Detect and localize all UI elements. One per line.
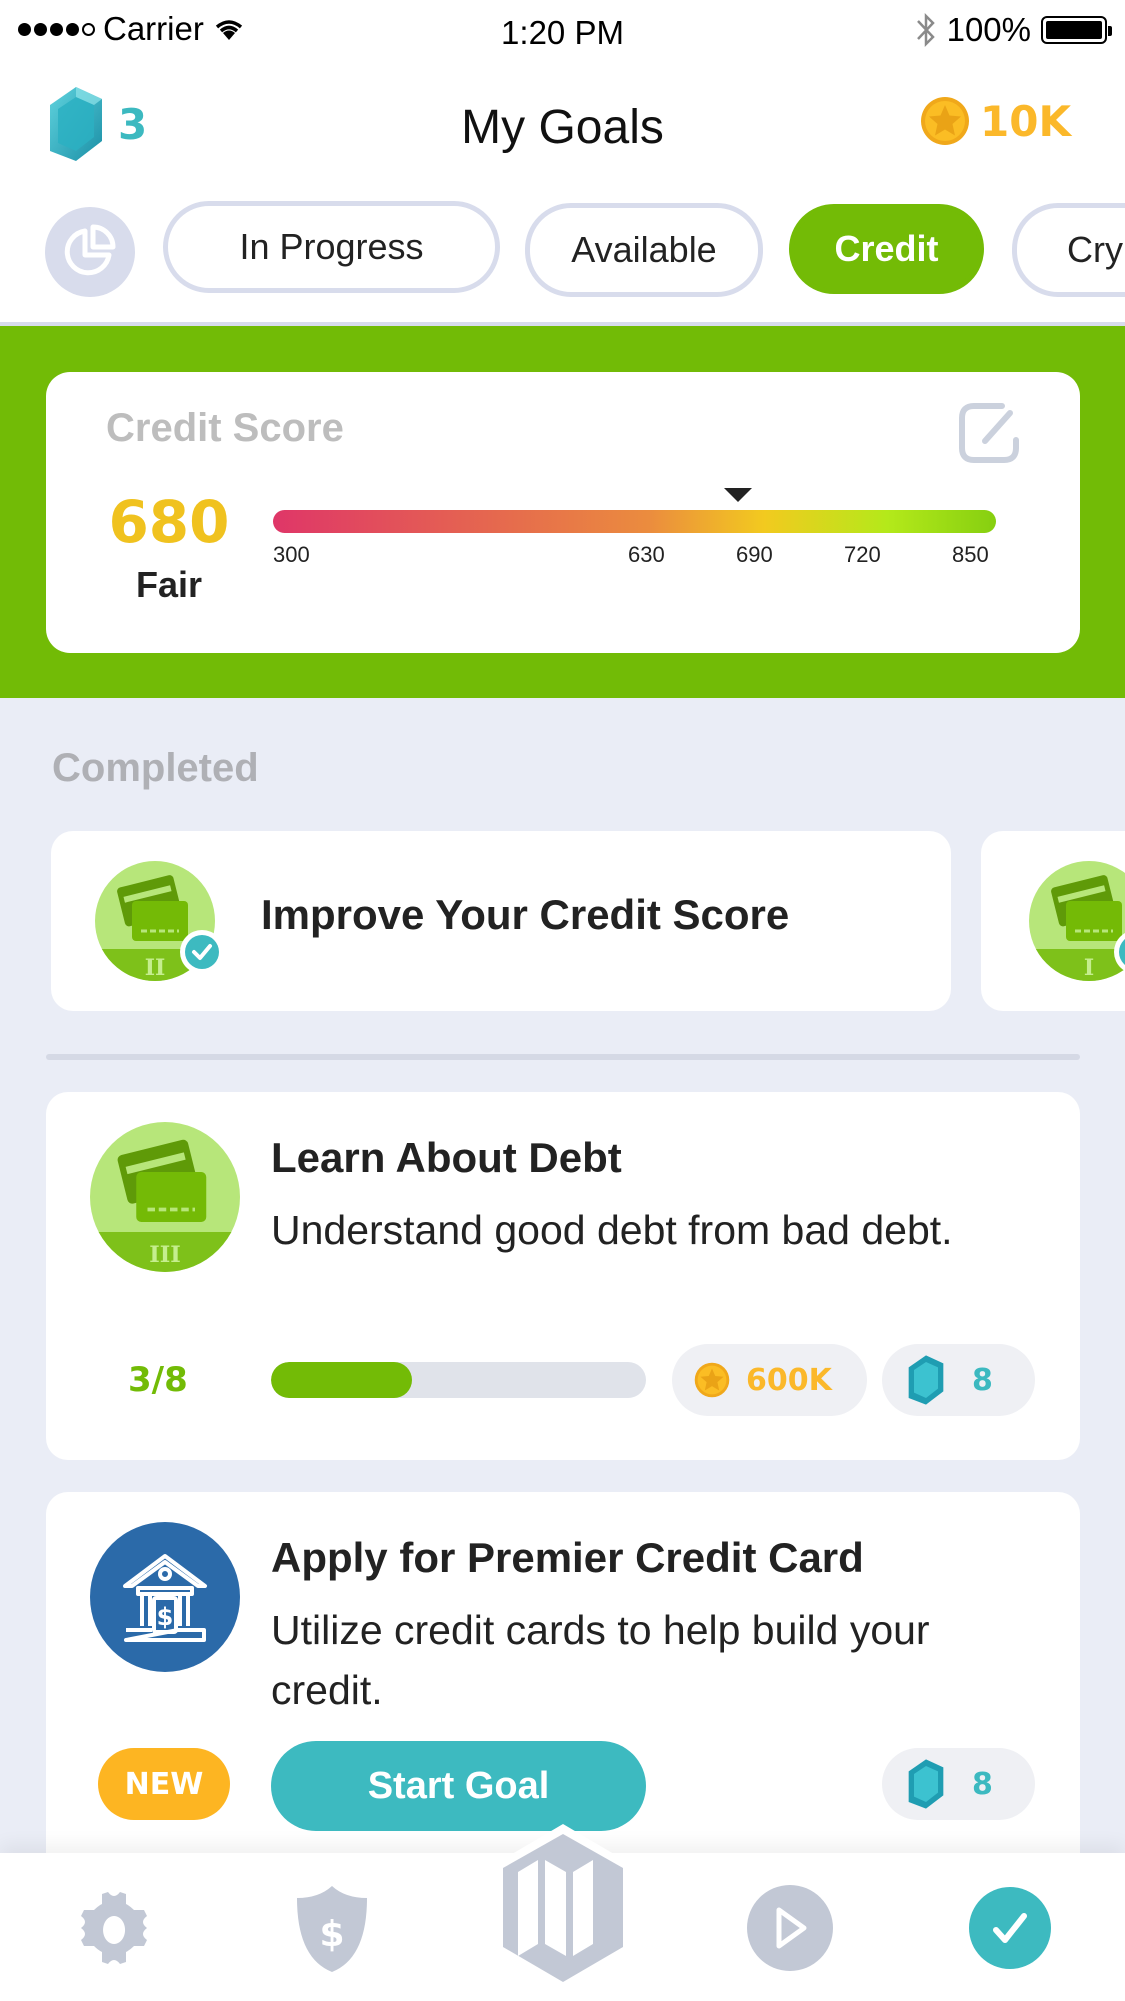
goal-progress-fill xyxy=(271,1362,412,1398)
credit-score-title: Credit Score xyxy=(106,406,344,450)
coin-icon xyxy=(921,97,969,145)
goal-description: Utilize credit cards to help build your … xyxy=(271,1607,930,1713)
level-label: II xyxy=(145,955,166,981)
filter-label: Available xyxy=(571,229,717,270)
filter-label: Crypto xyxy=(1067,229,1125,270)
status-bar: Carrier 1:20 PM 100% xyxy=(0,0,1125,60)
completed-check-icon xyxy=(1114,932,1125,972)
edit-icon[interactable] xyxy=(958,402,1020,464)
gem-icon xyxy=(908,1759,944,1809)
svg-text:$: $ xyxy=(157,1603,174,1631)
tab-settings[interactable] xyxy=(69,1883,159,1973)
gem-reward-value: 8 xyxy=(972,1362,993,1398)
goal-card-premier-credit-card[interactable]: $ Apply for Premier Credit Card Utilize … xyxy=(46,1492,1080,1853)
goal-filters: In Progress Available Credit Crypto xyxy=(0,195,1125,305)
score-gradient-bar xyxy=(273,510,996,533)
tab-protection[interactable]: $ xyxy=(287,1883,377,1973)
play-icon xyxy=(747,1885,833,1971)
credit-card-badge-icon: III xyxy=(90,1122,240,1272)
goals-list: Completed II Improve Your Credit Score I… xyxy=(0,698,1125,1853)
filter-credit[interactable]: Credit xyxy=(789,204,984,294)
goal-progress-bar xyxy=(271,1362,646,1398)
coin-balance[interactable]: 10K xyxy=(920,96,1071,146)
tick-label: 850 xyxy=(952,542,989,567)
check-icon xyxy=(969,1887,1051,1969)
coin-count: 10K xyxy=(980,96,1071,146)
svg-text:$: $ xyxy=(319,1914,344,1955)
tick-label: 690 xyxy=(736,542,773,567)
start-goal-button[interactable]: Start Goal xyxy=(271,1741,646,1831)
filter-crypto[interactable]: Crypto xyxy=(1012,203,1125,297)
completed-goal-card[interactable]: I xyxy=(981,831,1125,1011)
credit-score-value: 680 xyxy=(108,488,230,556)
completed-section-label: Completed xyxy=(52,746,259,790)
level-label: III xyxy=(149,1242,181,1268)
credit-score-gauge: 300 630 690 720 850 xyxy=(273,472,996,572)
credit-score-rating: Fair xyxy=(135,564,203,605)
gem-reward: 8 xyxy=(882,1344,1035,1416)
completed-goal-card[interactable]: II Improve Your Credit Score xyxy=(51,831,951,1011)
coin-icon xyxy=(694,1362,730,1398)
gem-reward-value: 8 xyxy=(972,1766,993,1802)
shield-dollar-icon: $ xyxy=(297,1886,367,1972)
filter-label: In Progress xyxy=(239,226,424,267)
gem-icon xyxy=(908,1355,944,1405)
coin-reward: 600K xyxy=(672,1344,867,1416)
tab-goals[interactable] xyxy=(965,1883,1055,1973)
goal-progress-count: 3/8 xyxy=(128,1360,188,1400)
coin-reward-value: 600K xyxy=(746,1362,832,1398)
tick-label: 630 xyxy=(628,542,665,567)
section-divider xyxy=(46,1054,1080,1060)
tab-play[interactable] xyxy=(745,1883,835,1973)
level-label: I xyxy=(1084,955,1094,981)
battery-percent: 100% xyxy=(946,11,1031,48)
filter-label: Credit xyxy=(834,228,939,269)
goal-title: Apply for Premier Credit Card xyxy=(271,1534,864,1581)
gear-icon xyxy=(81,1892,147,1964)
credit-score-card: Credit Score 680 Fair 300 630 690 720 85… xyxy=(46,372,1080,653)
pie-chart-icon xyxy=(64,224,116,276)
completed-goal-title: Improve Your Credit Score xyxy=(261,891,790,938)
stats-button[interactable] xyxy=(45,207,135,297)
credit-card-badge-icon: I xyxy=(1029,861,1125,981)
completed-check-icon xyxy=(180,930,224,974)
goal-title: Learn About Debt xyxy=(271,1134,622,1181)
score-marker xyxy=(724,488,752,502)
filter-available[interactable]: Available xyxy=(525,203,763,297)
new-badge: NEW xyxy=(98,1748,230,1820)
goal-card-learn-about-debt[interactable]: III Learn About Debt Understand good deb… xyxy=(46,1092,1080,1460)
status-right: 100% xyxy=(915,10,1112,50)
goal-description: Understand good debt from bad debt. xyxy=(271,1207,953,1253)
bank-icon: $ xyxy=(90,1522,240,1672)
battery-icon xyxy=(1041,16,1112,44)
filter-in-progress[interactable]: In Progress xyxy=(163,201,500,293)
gem-reward: 8 xyxy=(882,1748,1035,1820)
tick-label: 720 xyxy=(844,542,881,567)
tick-label: 300 xyxy=(273,542,310,567)
bluetooth-icon xyxy=(916,12,935,48)
map-icon[interactable] xyxy=(493,1820,633,1995)
app-header: 3 My Goals 10K xyxy=(0,60,1125,185)
